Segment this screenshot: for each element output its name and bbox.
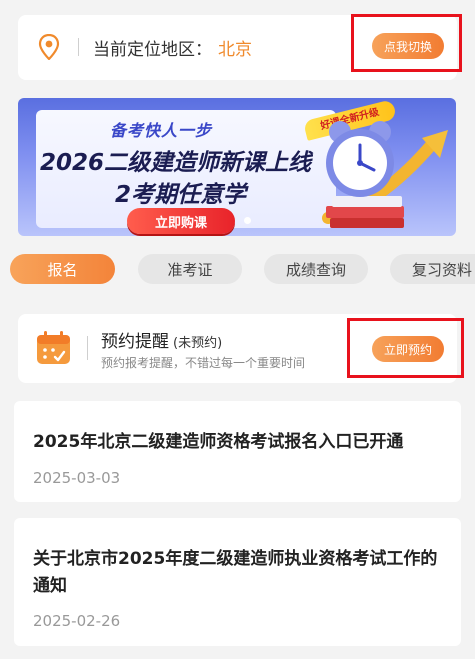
banner-title-line2: 2考期任意学 [115,182,247,208]
location-label: 当前定位地区： 北京 [93,35,252,60]
location-label-text: 当前定位地区： [93,40,212,60]
buy-course-button[interactable]: 立即购课 [127,208,235,234]
reminder-status: (未预约) [173,336,223,351]
tab-study-materials[interactable]: 复习资料 [390,254,475,284]
calendar-icon [37,331,70,364]
banner-subtitle: 备考快人一步 [110,121,213,140]
carousel-dot[interactable] [244,217,251,224]
tab-admission-ticket[interactable]: 准考证 [138,254,242,284]
news-title[interactable]: 2025年北京二级建造师资格考试报名入口已开通 [33,429,445,456]
highlight-box-switch [351,14,462,72]
location-pin-icon [38,34,60,60]
location-divider [78,38,79,56]
reminder-title-text: 预约提醒 [101,332,169,352]
news-card[interactable]: 2025年北京二级建造师资格考试报名入口已开通 2025-03-03 [14,401,461,502]
location-value: 北京 [218,40,252,60]
banner-title: 2026二级建造师新课上线 [40,150,312,176]
tab-registration[interactable]: 报名 [10,254,115,284]
reminder-divider [87,336,88,360]
highlight-box-reserve [347,318,464,378]
tab-bar: 报名 准考证 成绩查询 复习资料 [10,254,475,284]
page: 当前定位地区： 北京 点我切换 备考快人一步 2026二级建造师新课上线 2考期任… [0,0,475,659]
reminder-title: 预约提醒 (未预约) [101,327,222,352]
news-title[interactable]: 关于北京市2025年度二级建造师执业资格考试工作的通知 [33,546,445,600]
tab-score-query[interactable]: 成绩查询 [264,254,368,284]
alarm-clock-illustration [322,121,448,228]
news-date: 2025-03-03 [33,469,121,487]
reminder-description: 预约报考提醒，不错过每一个重要时间 [101,356,306,370]
news-card[interactable]: 关于北京市2025年度二级建造师执业资格考试工作的通知 2025-02-26 [14,518,461,646]
news-date: 2025-02-26 [33,612,121,630]
